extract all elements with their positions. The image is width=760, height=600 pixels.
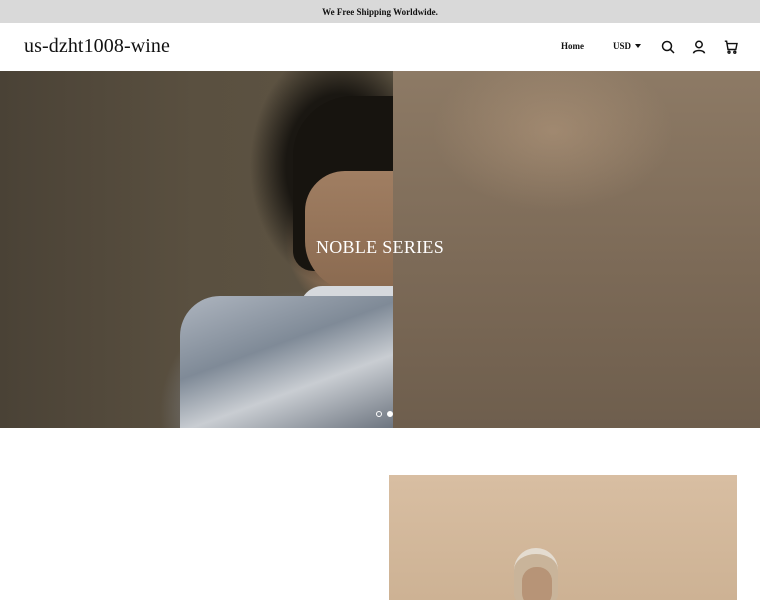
search-button[interactable] (661, 40, 675, 54)
currency-value: USD (613, 41, 632, 51)
hero-model-face (305, 171, 393, 291)
hero-slideshow[interactable]: NOBLE SERIES (0, 71, 760, 428)
brand-logo-link[interactable]: us-dzht1008-wine (24, 35, 170, 58)
site-header: us-dzht1008-wine Home USD (0, 23, 760, 71)
hero-model-shirt (180, 296, 393, 428)
account-button[interactable] (692, 40, 706, 54)
search-icon (661, 40, 675, 54)
chevron-down-icon (635, 44, 642, 48)
feature-image[interactable] (389, 475, 737, 600)
slide-indicators (376, 411, 393, 417)
slide-dot-2[interactable] (387, 411, 393, 417)
slide-dot-1[interactable] (376, 411, 382, 417)
currency-selector[interactable]: USD (613, 41, 642, 51)
feature-model-face (522, 567, 552, 600)
nav-home-link[interactable]: Home (561, 41, 584, 51)
announcement-bar: We Free Shipping Worldwide. (0, 0, 760, 23)
cart-button[interactable] (724, 40, 738, 54)
cart-icon (724, 40, 738, 54)
announcement-text: We Free Shipping Worldwide. (322, 6, 438, 17)
account-icon (692, 40, 706, 54)
hero-title: NOBLE SERIES (315, 237, 445, 257)
